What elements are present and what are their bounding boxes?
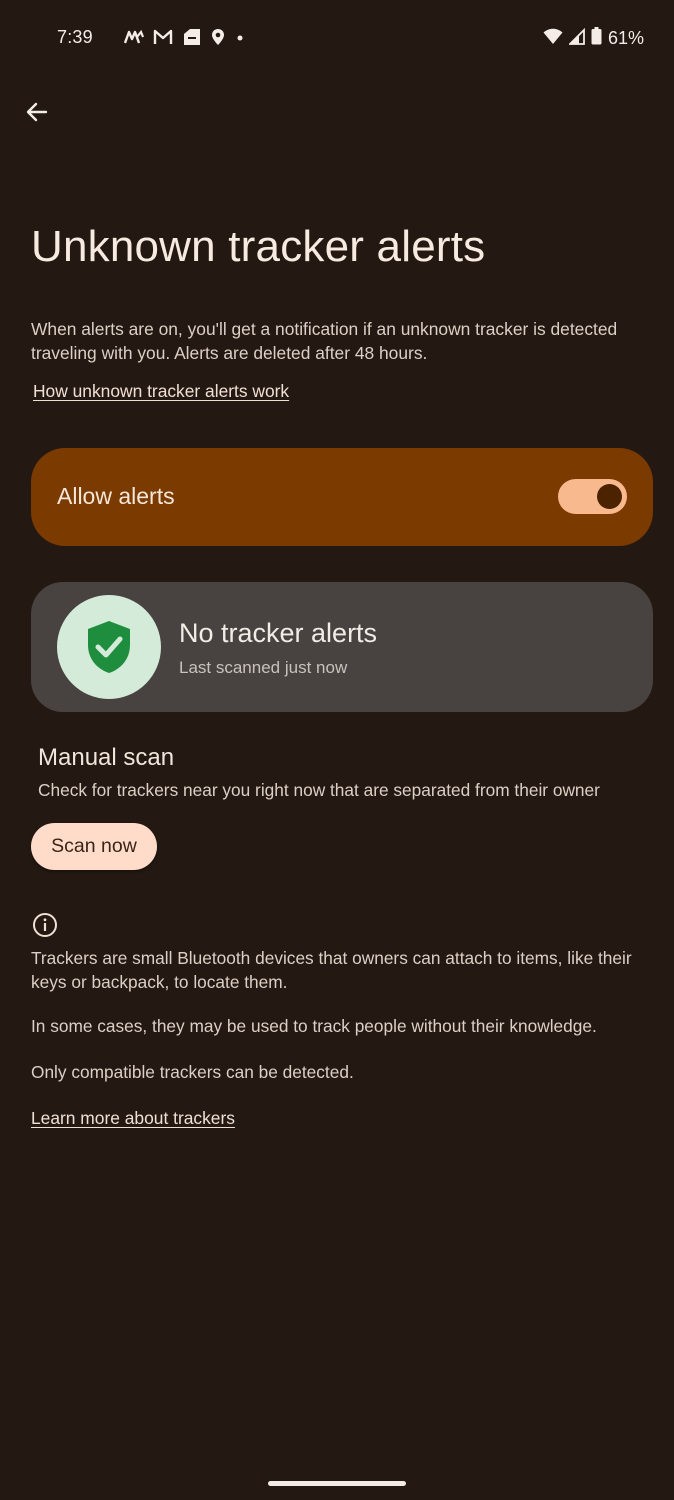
allow-alerts-row[interactable]: Allow alerts bbox=[31, 448, 653, 546]
toggle-thumb bbox=[597, 484, 622, 509]
how-alerts-work-link[interactable]: How unknown tracker alerts work bbox=[33, 381, 289, 402]
status-time: 7:39 bbox=[57, 27, 93, 47]
info-paragraph-3: Only compatible trackers can be detected… bbox=[31, 1062, 354, 1082]
info-icon bbox=[33, 913, 57, 937]
manual-scan-description: Check for trackers near you right now th… bbox=[38, 780, 600, 800]
shield-check-icon bbox=[88, 621, 130, 673]
tracker-status-card: No tracker alerts Last scanned just now bbox=[31, 582, 653, 712]
wifi-icon bbox=[543, 28, 563, 50]
battery-percentage: 61% bbox=[607, 28, 644, 48]
allow-alerts-toggle[interactable] bbox=[558, 479, 627, 514]
location-icon bbox=[211, 28, 225, 51]
signal-icon bbox=[567, 27, 585, 50]
status-bar: 7:39 61% bbox=[0, 0, 674, 76]
shield-badge bbox=[57, 595, 161, 699]
status-title: No tracker alerts bbox=[179, 618, 378, 648]
allow-alerts-label: Allow alerts bbox=[57, 483, 175, 509]
scan-now-button[interactable]: Scan now bbox=[31, 823, 157, 870]
home-indicator[interactable] bbox=[268, 1481, 406, 1486]
page-title: Unknown tracker alerts bbox=[31, 222, 486, 271]
intro-description: When alerts are on, you'll get a notific… bbox=[31, 319, 618, 363]
back-button[interactable] bbox=[18, 93, 56, 131]
status-subtitle: Last scanned just now bbox=[179, 658, 348, 677]
back-arrow-icon bbox=[26, 102, 48, 122]
manual-scan-title: Manual scan bbox=[38, 744, 175, 771]
learn-more-link[interactable]: Learn more about trackers bbox=[31, 1108, 235, 1129]
info-paragraph-1: Trackers are small Bluetooth devices tha… bbox=[31, 948, 632, 992]
info-paragraph-2: In some cases, they may be used to track… bbox=[31, 1016, 597, 1036]
notification-icons bbox=[123, 28, 246, 51]
gmail-icon bbox=[153, 29, 173, 50]
system-icons: 61% bbox=[543, 27, 644, 50]
app-icon bbox=[123, 29, 145, 50]
battery-icon bbox=[591, 27, 602, 50]
dot-icon bbox=[234, 31, 246, 49]
files-icon bbox=[182, 28, 202, 51]
